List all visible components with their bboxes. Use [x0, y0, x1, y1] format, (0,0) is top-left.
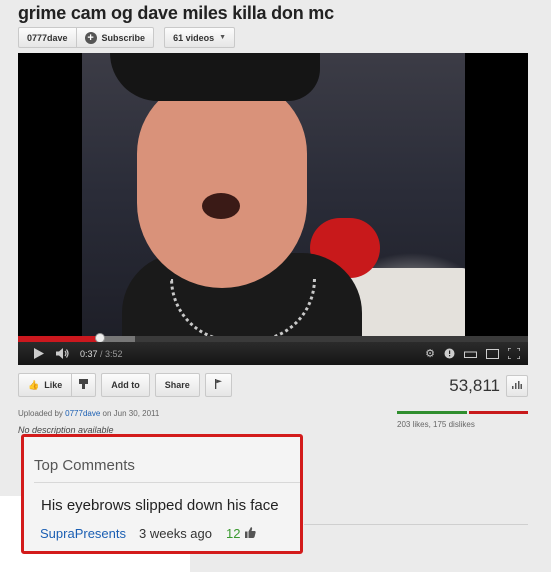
player-right-controls: ⚙	[425, 342, 528, 365]
channel-button[interactable]: 0777dave	[18, 27, 77, 48]
share-button[interactable]: Share	[154, 373, 200, 397]
current-time: 0:37	[80, 348, 98, 359]
time-separator: /	[97, 348, 106, 359]
upload-info: Uploaded by 0777dave on Jun 30, 2011	[18, 409, 159, 418]
action-bar: 👍 Like Add to Share	[18, 373, 232, 397]
video-cap	[110, 53, 320, 101]
player-controls: 0:37 / 3:52 ⚙	[18, 342, 528, 365]
stats-button[interactable]	[506, 375, 528, 397]
like-group: 👍 Like	[18, 373, 97, 397]
channel-bar: 0777dave + Subscribe 61 videos ▼	[18, 27, 236, 48]
view-count: 53,811	[449, 376, 500, 395]
comment-text: His eyebrows slipped down his face	[41, 497, 279, 514]
large-player-icon[interactable]	[486, 342, 499, 365]
play-icon[interactable]	[26, 342, 52, 365]
add-to-button[interactable]: Add to	[101, 373, 150, 397]
volume-icon[interactable]	[52, 342, 74, 365]
thumbs-down-icon	[79, 379, 89, 391]
plus-icon: +	[84, 31, 97, 44]
subscribe-button[interactable]: + Subscribe	[76, 27, 155, 48]
videos-count-label: 61 videos	[173, 32, 215, 43]
comments-heading-rule	[34, 482, 300, 483]
dislike-button[interactable]	[72, 373, 97, 397]
like-bar-portion	[397, 411, 468, 414]
dislike-bar-portion	[469, 411, 528, 414]
top-comments-heading: Top Comments	[34, 457, 135, 474]
likes-summary: 203 likes, 175 dislikes	[397, 420, 475, 429]
video-frame[interactable]	[82, 53, 465, 336]
settings-gear-icon[interactable]: ⚙	[425, 342, 435, 365]
thumbs-up-icon: 👍	[28, 379, 40, 390]
flag-button[interactable]	[204, 373, 232, 397]
like-dislike-bar	[397, 411, 528, 414]
flag-icon	[214, 379, 222, 391]
annotations-icon[interactable]	[444, 342, 455, 365]
uploader-link[interactable]: 0777dave	[65, 409, 100, 418]
caret-down-icon: ▼	[219, 34, 227, 41]
thumbs-up-icon[interactable]	[245, 526, 257, 541]
comment-meta: SupraPresents 3 weeks ago 12	[40, 526, 257, 541]
comment-time: 3 weeks ago	[139, 526, 212, 541]
like-button[interactable]: 👍 Like	[18, 373, 73, 397]
upload-date: on Jun 30, 2011	[102, 409, 160, 418]
video-title: grime cam og dave miles killa don mc	[18, 3, 334, 23]
comment-author-link[interactable]: SupraPresents	[40, 526, 126, 541]
fullscreen-icon[interactable]	[508, 342, 520, 365]
stats-icon	[512, 381, 522, 391]
subscribe-label: Subscribe	[101, 32, 146, 43]
top-comments-box: Top Comments His eyebrows slipped down h…	[21, 434, 303, 554]
duration: 3:52	[105, 348, 123, 359]
video-player[interactable]: 0:37 / 3:52 ⚙	[18, 53, 528, 365]
subscribe-group: 0777dave + Subscribe	[18, 27, 155, 48]
small-player-icon[interactable]	[464, 342, 477, 365]
like-label: Like	[44, 380, 63, 390]
video-mouth	[202, 193, 240, 219]
time-display: 0:37 / 3:52	[80, 349, 123, 359]
comments-divider	[304, 524, 528, 525]
uploaded-prefix: Uploaded by	[18, 409, 63, 418]
comment-score: 12	[226, 526, 241, 541]
videos-dropdown-button[interactable]: 61 videos ▼	[164, 27, 236, 48]
video-face	[137, 78, 307, 288]
